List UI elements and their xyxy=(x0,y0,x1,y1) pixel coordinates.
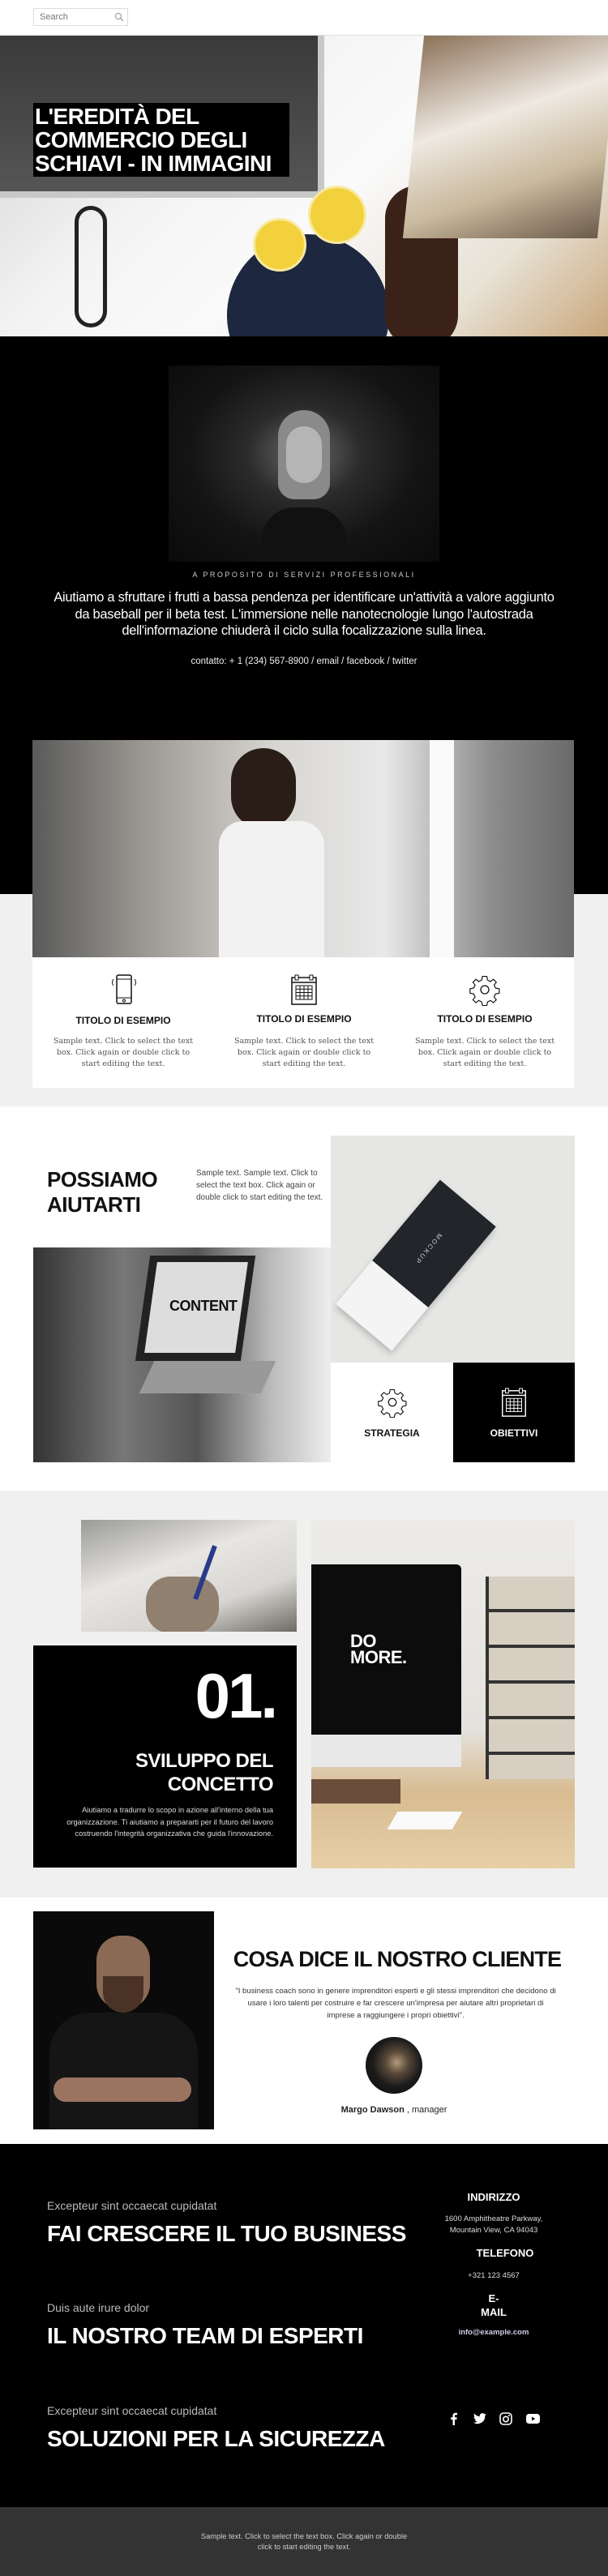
footer-bottom-text: Sample text. Click to select the text bo… xyxy=(200,2532,408,2551)
footer-item-title: SOLUZIONI PER LA SICUREZZA xyxy=(47,2426,385,2451)
testimonial-title: COSA DICE IL NOSTRO CLIENTE xyxy=(233,1947,562,1971)
strategy-label: STRATEGIA xyxy=(364,1427,420,1439)
concept-text: Aiutiamo a tradurre lo scopo in azione a… xyxy=(66,1806,273,1838)
feature-text: Sample text. Click to select the text bo… xyxy=(53,1037,194,1068)
gear-icon xyxy=(377,1387,408,1418)
footer-item-title: FAI CRESCERE IL TUO BUSINESS xyxy=(47,2221,406,2246)
lemon-slice xyxy=(308,186,366,244)
address-line: 1600 Amphitheatre Parkway, xyxy=(444,2214,543,2223)
hero-image xyxy=(0,36,608,336)
concept-title: SVILUPPO DEL CONCETTO xyxy=(135,1750,274,1795)
email-label: MAIL xyxy=(481,2306,507,2318)
testimonial-quote: "I business coach sono in genere imprend… xyxy=(235,1987,556,2020)
footer-item-title: IL NOSTRO TEAM DI ESPERTI xyxy=(47,2323,363,2348)
screen-text: DO MORE. xyxy=(350,1631,407,1667)
phone-label: TELEFONO xyxy=(476,2247,534,2259)
facebook-icon[interactable] xyxy=(448,2412,460,2425)
feature-text: Sample text. Click to select the text bo… xyxy=(414,1037,555,1068)
search-icon[interactable] xyxy=(114,12,124,22)
glasses xyxy=(75,206,107,327)
calendar-icon xyxy=(288,973,320,1006)
concept-card: 01. SVILUPPO DEL CONCETTO Aiutiamo a tra… xyxy=(33,1645,297,1868)
magazine xyxy=(402,36,608,238)
client-avatar xyxy=(366,2037,422,2094)
footer-item-subtitle: Excepteur sint occaecat cupidatat xyxy=(47,2404,217,2417)
email-label: E- xyxy=(488,2292,499,2304)
feature-text: Sample text. Click to select the text bo… xyxy=(233,1037,375,1068)
footer-item-subtitle: Duis aute irure dolor xyxy=(47,2301,150,2314)
client-name: Margo Dawson xyxy=(340,2105,405,2115)
laptop-screen-text: CONTENT xyxy=(169,1298,238,1314)
hero-title: L'EREDITÀ DEL COMMERCIO DEGLI SCHIAVI - … xyxy=(33,103,289,177)
woman-laptop-image xyxy=(32,740,574,957)
tag-text: MOCKUP xyxy=(413,1231,443,1266)
woman-portrait xyxy=(169,366,439,562)
writing-image xyxy=(81,1520,297,1632)
instagram-icon[interactable] xyxy=(499,2412,512,2425)
help-title: POSSIAMO AIUTARTI xyxy=(47,1167,158,1217)
twitter-icon[interactable] xyxy=(473,2413,486,2424)
man-portrait xyxy=(33,1911,214,2129)
tea-cup xyxy=(227,234,389,336)
about-caption: A PROPOSITO DI SERVIZI PROFESSIONALI xyxy=(192,571,416,579)
lemon-slice xyxy=(253,218,306,272)
feature-title: TITOLO DI ESEMPIO xyxy=(75,1015,171,1026)
header xyxy=(0,0,608,36)
do-more-desk-image: DO MORE. xyxy=(311,1520,575,1868)
footer-item-subtitle: Excepteur sint occaecat cupidatat xyxy=(47,2199,217,2212)
gear-icon xyxy=(469,973,501,1006)
smartphone-icon xyxy=(108,973,140,1006)
help-text: Sample text. Sample text. Click to selec… xyxy=(196,1169,323,1202)
feature-title: TITOLO DI ESEMPIO xyxy=(256,1013,352,1025)
goals-label: OBIETTIVI xyxy=(490,1427,538,1439)
address-label: INDIRIZZO xyxy=(467,2191,520,2203)
search-input[interactable] xyxy=(34,9,107,25)
tag-mockup-image: MOCKUP xyxy=(331,1136,575,1363)
laptop-meeting-image: CONTENT xyxy=(33,1247,331,1462)
search-box[interactable] xyxy=(33,8,128,26)
address-line: Mountain View, CA 94043 xyxy=(449,2226,538,2235)
calendar-icon xyxy=(499,1387,529,1418)
footer-bottom: Sample text. Click to select the text bo… xyxy=(0,2507,608,2576)
phone-number: +321 123 4567 xyxy=(468,2271,520,2280)
feature-title: TITOLO DI ESEMPIO xyxy=(437,1013,533,1025)
concept-number: 01. xyxy=(195,1660,278,1731)
strategy-card[interactable]: STRATEGIA xyxy=(331,1363,453,1462)
youtube-icon[interactable] xyxy=(526,2413,540,2424)
email-link[interactable]: info@example.com xyxy=(438,2327,550,2339)
about-contact[interactable]: contatto: + 1 (234) 567-8900 / email / f… xyxy=(0,657,608,666)
about-text: Aiutiamo a sfruttare i frutti a bassa pe… xyxy=(54,590,554,638)
client-role: , manager xyxy=(406,2105,447,2115)
client-signature: Margo Dawson , manager xyxy=(272,2105,516,2115)
goals-card[interactable]: OBIETTIVI xyxy=(453,1363,575,1462)
